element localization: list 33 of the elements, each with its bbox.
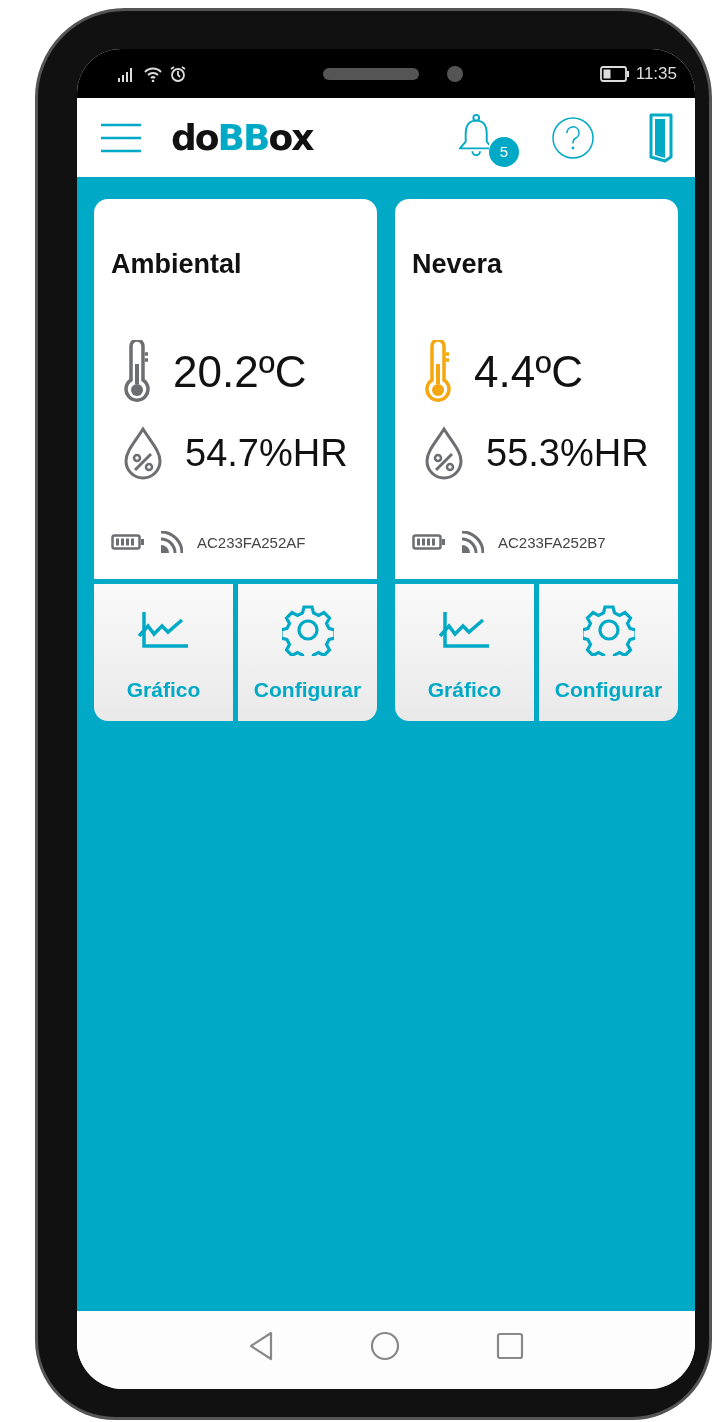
- humidity-drop-icon: [424, 426, 464, 480]
- temperature-reading: 20.2ºC: [173, 347, 307, 397]
- humidity-drop-icon: [123, 426, 163, 480]
- sensor-name: Nevera: [412, 249, 504, 280]
- battery-icon: [412, 534, 446, 550]
- humidity-reading: 54.7%HR: [185, 431, 348, 475]
- wireless-signal-icon: [460, 531, 484, 553]
- alarm-icon: [169, 64, 187, 83]
- sensor-name: Ambiental: [111, 249, 243, 280]
- humidity-reading: 55.3%HR: [486, 431, 649, 475]
- battery-icon: [111, 534, 145, 550]
- settings-icon: [281, 603, 334, 656]
- settings-icon: [582, 603, 635, 656]
- battery-icon: [599, 65, 630, 82]
- temperature-reading: 4.4ºC: [474, 347, 583, 397]
- menu-icon[interactable]: [99, 122, 143, 153]
- settings-button[interactable]: Configurar: [539, 584, 678, 721]
- app-logo: doBBox: [171, 117, 313, 158]
- device-id: AC233FA252AF: [197, 533, 306, 551]
- chart-button[interactable]: Gráfico: [94, 584, 233, 721]
- device-id: AC233FA252B7: [498, 533, 606, 551]
- settings-button[interactable]: Configurar: [238, 584, 377, 721]
- chart-button[interactable]: Gráfico: [395, 584, 534, 721]
- clock-time: 11:35: [635, 63, 677, 84]
- help-icon[interactable]: [551, 115, 595, 160]
- wireless-signal-icon: [159, 531, 183, 553]
- notification-count: 5: [489, 136, 519, 167]
- wifi-icon: [143, 65, 163, 82]
- home-icon[interactable]: [370, 1331, 400, 1361]
- back-icon[interactable]: [248, 1331, 274, 1361]
- recent-apps-icon[interactable]: [496, 1332, 524, 1360]
- bell-icon[interactable]: [459, 112, 489, 157]
- exit-door-icon[interactable]: [649, 112, 673, 163]
